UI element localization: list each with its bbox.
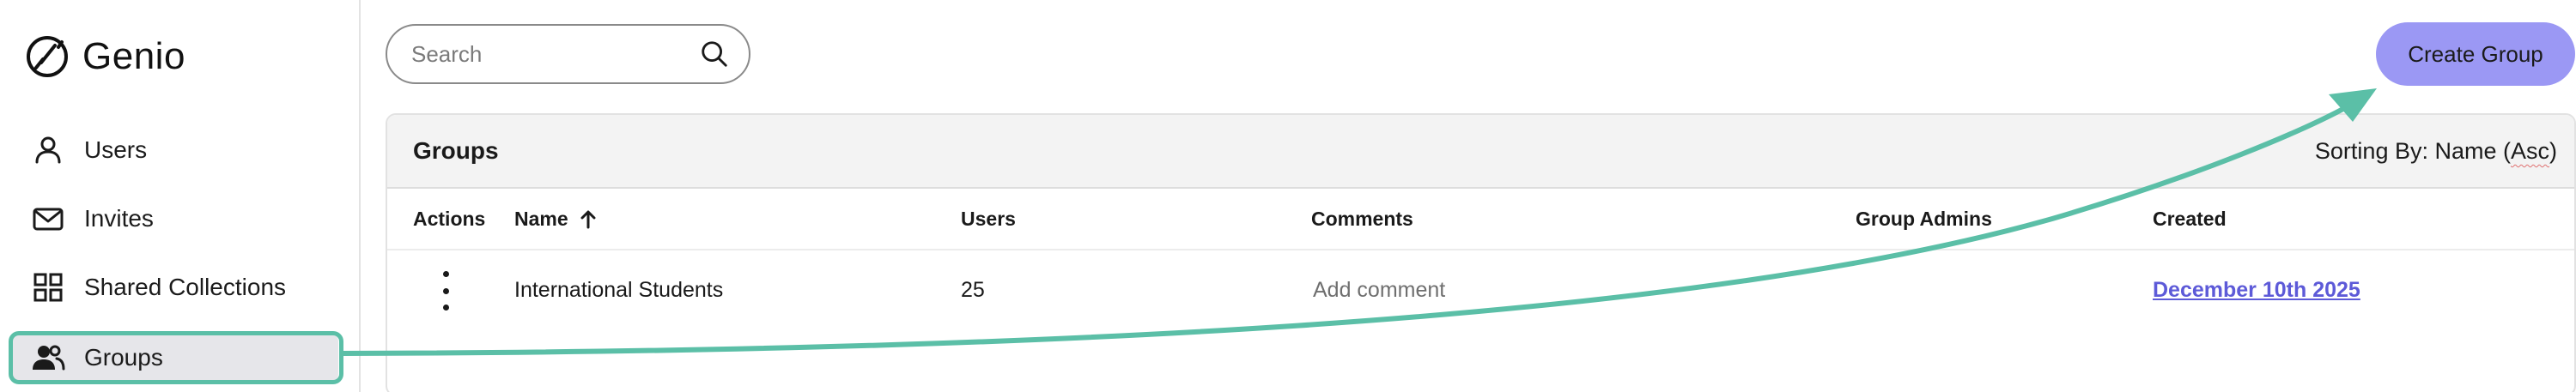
- grid-icon: [31, 270, 65, 305]
- groups-panel-header: Groups Sorting By: Name (Asc): [387, 115, 2574, 189]
- sidebar-item-label: Shared Collections: [84, 274, 287, 300]
- add-comment-field[interactable]: Add comment: [1313, 278, 1445, 303]
- users-group-icon: [31, 341, 65, 375]
- column-header-group-admins[interactable]: Group Admins: [1856, 208, 1992, 231]
- sidebar-item-invites[interactable]: Invites: [12, 192, 338, 245]
- sidebar-item-users[interactable]: Users: [12, 124, 338, 177]
- groups-panel: Groups Sorting By: Name (Asc) Actions Na…: [386, 113, 2576, 392]
- cell-created-link[interactable]: December 10th 2025: [2153, 278, 2360, 303]
- create-group-button[interactable]: Create Group: [2376, 22, 2575, 86]
- sidebar-item-groups[interactable]: Groups: [12, 331, 338, 384]
- sort-direction: Asc: [2510, 138, 2549, 164]
- brand[interactable]: Genio: [24, 33, 185, 81]
- header-divider: [387, 249, 2574, 250]
- cell-users: 25: [961, 278, 985, 302]
- column-header-created[interactable]: Created: [2153, 208, 2227, 231]
- sidebar-item-label: Invites: [84, 205, 154, 232]
- sort-suffix: ): [2549, 138, 2557, 164]
- column-header-comments[interactable]: Comments: [1311, 208, 1413, 231]
- cell-name[interactable]: International Students: [514, 278, 723, 303]
- sidebar-item-shared-collections[interactable]: Shared Collections: [12, 261, 338, 314]
- column-header-label: Name: [514, 208, 568, 230]
- panel-title: Groups: [413, 137, 499, 164]
- column-header-users[interactable]: Users: [961, 208, 1016, 231]
- sort-label: Sorting By: Name (: [2314, 138, 2511, 164]
- user-icon: [31, 133, 65, 167]
- sidebar: Genio Users Invites Shared Collections G…: [0, 0, 361, 392]
- genio-logo-icon: [27, 36, 68, 77]
- mail-icon: [31, 202, 65, 236]
- sidebar-item-label: Groups: [84, 344, 163, 371]
- sort-indicator[interactable]: Sorting By: Name (Asc): [2315, 138, 2557, 165]
- search-icon[interactable]: [699, 38, 730, 70]
- column-header-name[interactable]: Name: [514, 208, 599, 231]
- sort-ascending-icon: [580, 210, 596, 228]
- sidebar-item-label: Users: [84, 136, 148, 163]
- search-input[interactable]: [411, 40, 699, 68]
- brand-name: Genio: [82, 35, 185, 77]
- search-box[interactable]: [386, 24, 750, 84]
- column-header-actions: Actions: [413, 208, 486, 230]
- row-actions-menu-icon[interactable]: [439, 271, 453, 311]
